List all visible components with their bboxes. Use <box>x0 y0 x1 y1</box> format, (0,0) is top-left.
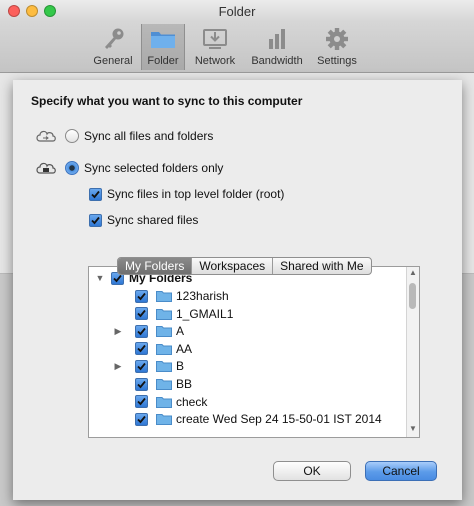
folder-tabs: My Folders Workspaces Shared with Me <box>117 257 372 275</box>
sheet-heading: Specify what you want to sync to this co… <box>31 94 303 108</box>
tree-checkbox[interactable] <box>135 289 148 303</box>
sync-root-label: Sync files in top level folder (root) <box>107 187 285 201</box>
toolbar-label: Folder <box>147 55 179 67</box>
tree-item-label: AA <box>176 341 193 356</box>
folder-icon <box>156 379 172 390</box>
cancel-button[interactable]: Cancel <box>365 461 437 481</box>
tree-checkbox[interactable] <box>135 342 148 356</box>
tree-checkbox[interactable] <box>135 395 148 409</box>
toolbar-general[interactable]: General <box>90 24 136 70</box>
key-icon <box>105 28 124 49</box>
tree-item-label: check <box>176 394 208 409</box>
tree-item-label: 1_GMAIL1 <box>176 306 234 321</box>
folder-icon <box>156 361 172 373</box>
tree-checkbox[interactable] <box>135 412 148 426</box>
toolbar-bandwidth[interactable]: Bandwidth <box>250 24 304 70</box>
scroll-up-arrow[interactable]: ▲ <box>407 268 419 277</box>
toolbar-settings[interactable]: Settings <box>314 24 360 70</box>
disclosure-collapsed-icon[interactable]: ▶ <box>111 326 125 337</box>
sync-root-checkbox[interactable] <box>89 187 102 201</box>
sync-selected-option[interactable]: Sync selected folders only <box>35 160 223 176</box>
tab-shared-with-me[interactable]: Shared with Me <box>273 258 370 274</box>
folder-icon <box>156 414 172 426</box>
sync-all-option[interactable]: Sync all files and folders <box>35 128 213 144</box>
tree-row[interactable]: AA <box>111 340 192 358</box>
tree-row[interactable]: 123harish <box>111 287 229 305</box>
tree-row[interactable]: create Wed Sep 24 15-50-01 IST 2014 <box>111 410 382 428</box>
toolbar-label: General <box>93 55 133 67</box>
folder-tree[interactable]: ▼ My Folders 123harish 1_GMAIL1 ▶ A AA ▶ B BB chec… <box>88 266 420 438</box>
sync-shared-option[interactable]: Sync shared files <box>89 213 198 227</box>
sync-root-option[interactable]: Sync files in top level folder (root) <box>89 187 284 201</box>
folder-icon <box>156 308 172 320</box>
sync-selected-radio[interactable] <box>65 161 79 175</box>
bar-chart-icon <box>269 29 285 49</box>
scroll-thumb[interactable] <box>409 283 416 309</box>
tree-item-label: 123harish <box>176 289 229 303</box>
tree-checkbox[interactable] <box>135 324 148 338</box>
tree-item-label: B <box>176 359 185 374</box>
toolbar-network[interactable]: Network <box>192 24 238 70</box>
tree-item-label: create Wed Sep 24 15-50-01 IST 2014 <box>176 412 382 427</box>
tree-checkbox[interactable] <box>135 377 148 391</box>
folder-icon <box>156 326 172 338</box>
sync-selected-label: Sync selected folders only <box>84 161 224 175</box>
tree-row[interactable]: check <box>111 393 207 411</box>
tree-scrollbar[interactable]: ▲ ▼ <box>406 267 419 437</box>
folder-icon <box>156 343 172 355</box>
tab-workspaces[interactable]: Workspaces <box>192 258 274 274</box>
folder-icon <box>156 291 172 302</box>
sync-all-label: Sync all files and folders <box>84 129 214 143</box>
tree-item-label: A <box>176 324 185 339</box>
toolbar-label: Settings <box>317 55 357 67</box>
network-download-icon <box>203 29 227 49</box>
tab-my-folders[interactable]: My Folders <box>118 258 193 274</box>
disclosure-collapsed-icon[interactable]: ▶ <box>111 361 125 372</box>
gear-icon <box>326 28 348 50</box>
sync-shared-checkbox[interactable] <box>89 213 102 227</box>
disclosure-expanded-icon[interactable]: ▼ <box>93 273 107 283</box>
scroll-down-arrow[interactable]: ▼ <box>407 424 419 433</box>
title-bar: Folder <box>0 0 474 22</box>
toolbar-folder[interactable]: Folder <box>141 24 185 70</box>
sync-all-radio[interactable] <box>65 129 79 143</box>
preferences-toolbar: General Folder Network Bandwidth Setting… <box>0 22 474 73</box>
cloud-sync-icon <box>36 130 56 142</box>
tree-row[interactable]: ▶ B <box>111 357 184 375</box>
folder-icon <box>151 32 175 48</box>
ok-button[interactable]: OK <box>273 461 351 481</box>
tree-item-label: BB <box>176 377 193 391</box>
tree-checkbox[interactable] <box>135 307 148 321</box>
sync-options-sheet: Specify what you want to sync to this co… <box>13 80 462 500</box>
sync-shared-label: Sync shared files <box>107 213 199 227</box>
toolbar-label: Bandwidth <box>251 55 303 67</box>
tree-row[interactable]: ▶ A <box>111 322 184 340</box>
tree-checkbox[interactable] <box>135 359 148 373</box>
window-title: Folder <box>218 4 256 19</box>
cloud-folder-icon <box>36 162 56 174</box>
tree-row[interactable]: 1_GMAIL1 <box>111 305 233 323</box>
tree-row[interactable]: BB <box>111 375 192 393</box>
toolbar-label: Network <box>194 55 236 67</box>
folder-icon <box>156 396 172 408</box>
